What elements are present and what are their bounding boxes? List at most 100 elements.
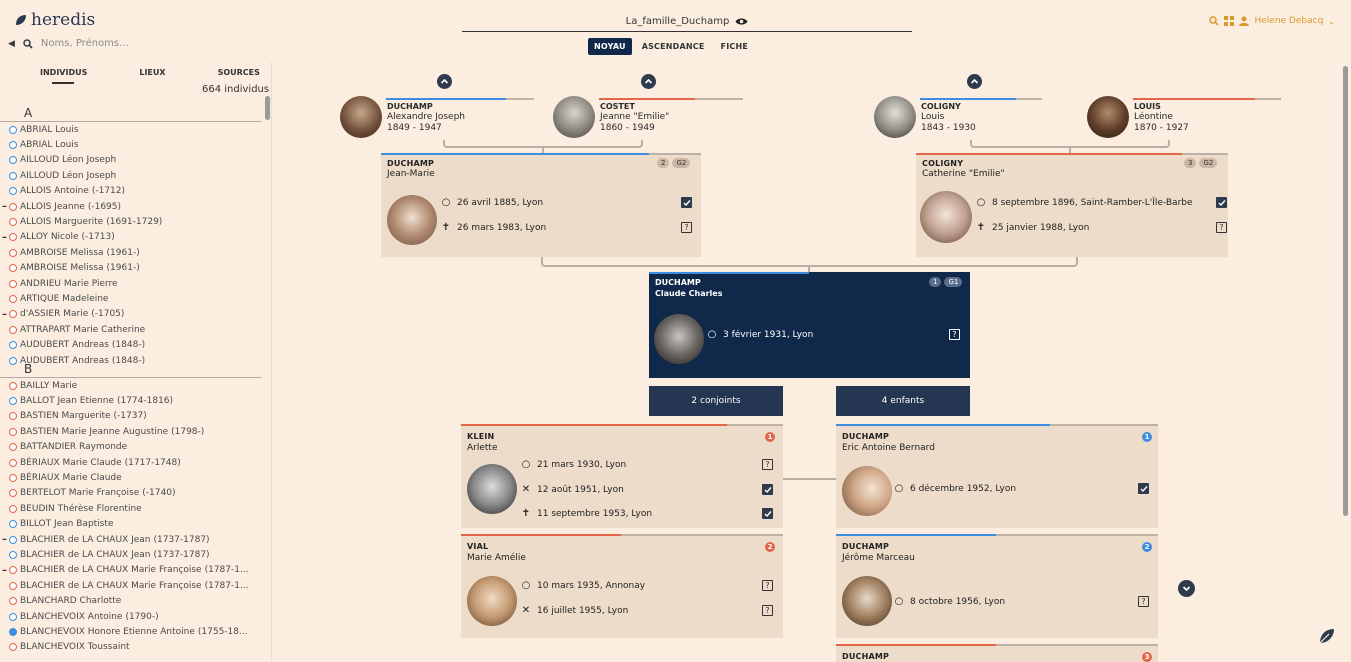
gender-bar [996, 534, 1158, 536]
child-card[interactable]: DUCHAMP Eric Antoine Bernard 1 ○ 6 décem… [836, 424, 1158, 528]
person-list-item[interactable]: BASTIEN Marguerite (-1737) [0, 409, 266, 424]
male-gender-icon [9, 627, 17, 636]
grid-icon[interactable] [1224, 16, 1235, 26]
tab-fiche[interactable]: FICHE [715, 38, 754, 55]
male-gender-icon [9, 156, 17, 165]
tab-ascendance[interactable]: ASCENDANCE [636, 38, 711, 55]
collapse-icon[interactable]: – [0, 534, 9, 545]
grandparent-card[interactable]: LOUIS Léontine 1870 - 1927 [1087, 96, 1282, 146]
person-list-item[interactable]: BLANCHARD Charlotte [0, 593, 266, 608]
person-list-item[interactable]: BEUDIN Thérèse Florentine [0, 501, 266, 516]
person-list-item[interactable]: BLANCHEVOIX Honore Etienne Antoine (1755-… [0, 624, 266, 639]
female-gender-icon [9, 489, 17, 498]
user-name[interactable]: Helene Debacq [1254, 16, 1323, 26]
subject-card[interactable]: DUCHAMP Claude Charles 1 G1 ○ 3 février … [649, 272, 970, 378]
person-list-item[interactable]: AUDUBERT Andreas (1848-) [0, 337, 266, 352]
source-unknown[interactable]: ? [1138, 596, 1149, 607]
person-list-item[interactable]: – BLACHIER de LA CHAUX Jean (1737-1787) [0, 532, 266, 547]
person-list-item[interactable]: ABRIAL Louis [0, 137, 266, 152]
sidebar-scrollbar[interactable] [265, 96, 270, 120]
grandparent-card[interactable]: DUCHAMP Alexandre Joseph 1849 - 1947 [340, 96, 508, 146]
portrait-photo [1087, 96, 1129, 138]
person-list-item[interactable]: AMBROISE Melissa (1961-) [0, 245, 266, 260]
person-list-item[interactable]: ATTRAPART Marie Catherine [0, 322, 266, 337]
source-unknown[interactable]: ? [1216, 222, 1227, 233]
person-list-item[interactable]: ALLOIS Marguerite (1691-1729) [0, 214, 266, 229]
collapse-icon[interactable]: – [0, 309, 9, 320]
tab-lieux[interactable]: LIEUX [139, 68, 165, 77]
person-list-item[interactable]: – ALLOY Nicole (-1713) [0, 230, 266, 245]
father-card[interactable]: DUCHAMP Jean-Marie 2 G2 ○ 26 avril 1885,… [381, 153, 701, 257]
person-list-item[interactable]: – d'ASSIER Marie (-1705) [0, 307, 266, 322]
person-list-item[interactable]: ALLOIS Antoine (-1712) [0, 184, 266, 199]
expand-ancestors-button[interactable] [641, 74, 656, 89]
collapse-icon[interactable]: – [0, 201, 9, 212]
person-list-item[interactable]: BILLOT Jean Baptiste [0, 517, 266, 532]
main-scrollbar[interactable] [1343, 66, 1348, 516]
gender-bar [1255, 98, 1281, 100]
spouse-card[interactable]: VIAL Marie Amélie 2 ○ 10 mars 1935, Anno… [461, 534, 783, 638]
grandparent-card[interactable]: COSTET Jeanne "Emilie" 1860 - 1949 [553, 96, 743, 146]
tree-title[interactable]: La_famille_Duchamp [462, 16, 912, 27]
collapse-icon[interactable]: – [0, 565, 9, 576]
source-check[interactable] [762, 508, 773, 519]
person-list-item[interactable]: AMBROISE Melissa (1961-) [0, 261, 266, 276]
person-list-item[interactable]: BÉRIAUX Marie Claude [0, 470, 266, 485]
tab-individus[interactable]: INDIVIDUS [40, 68, 87, 77]
search-input[interactable] [40, 38, 201, 49]
person-list-item[interactable]: BASTIEN Marie Jeanne Augustine (1798-) [0, 424, 266, 439]
person-list-item[interactable]: – ALLOIS Jeanne (-1695) [0, 199, 266, 214]
gender-bar [381, 153, 649, 155]
person-name: BILLOT Jean Baptiste [20, 519, 114, 530]
source-check[interactable] [1138, 483, 1149, 494]
scroll-children-button[interactable] [1178, 580, 1195, 597]
source-check[interactable] [681, 197, 692, 208]
tab-noyau[interactable]: NOYAU [588, 38, 632, 55]
person-list-item[interactable]: AILLOUD Léon Joseph [0, 153, 266, 168]
search-icon[interactable] [1209, 16, 1220, 26]
child-card[interactable]: DUCHAMP Jérôme Marceau 2 ○ 8 octobre 195… [836, 534, 1158, 638]
source-unknown[interactable]: ? [681, 222, 692, 233]
mother-card[interactable]: COLIGNY Catherine "Emilie" 3 G2 ○ 8 sept… [916, 153, 1228, 257]
person-list-item[interactable]: BLANCHEVOIX Antoine (1790-) [0, 609, 266, 624]
person-list-item[interactable]: BLACHIER de LA CHAUX Marie Françoise (178… [0, 578, 266, 593]
back-arrow-icon[interactable]: ◀ [8, 39, 15, 49]
person-list-item[interactable]: AILLOUD Léon Joseph [0, 168, 266, 183]
source-unknown[interactable]: ? [762, 580, 773, 591]
gender-bar [996, 644, 1158, 646]
search-icon[interactable] [23, 38, 33, 49]
source-unknown[interactable]: ? [762, 459, 773, 470]
expand-ancestors-button[interactable] [967, 74, 982, 89]
source-check[interactable] [762, 484, 773, 495]
tab-sources[interactable]: SOURCES [218, 68, 260, 77]
collapse-icon[interactable]: – [0, 232, 9, 243]
child-card[interactable]: DUCHAMP 3 [836, 644, 1158, 662]
letter-header-a: A [24, 106, 33, 120]
chevron-down-icon[interactable]: ⌄ [1328, 17, 1335, 26]
app-logo[interactable]: heredis [14, 10, 95, 30]
spouses-button[interactable]: 2 conjoints [649, 386, 783, 416]
source-unknown[interactable]: ? [762, 605, 773, 616]
person-list-item[interactable]: BLANCHEVOIX Toussaint [0, 640, 266, 655]
person-list-item[interactable]: ABRIAL Louis [0, 122, 266, 137]
eye-icon[interactable] [735, 17, 748, 26]
children-button[interactable]: 4 enfants [836, 386, 970, 416]
expand-ancestors-button[interactable] [437, 74, 452, 89]
person-list-item[interactable]: BATTANDIER Raymonde [0, 440, 266, 455]
person-list-item[interactable]: ARTIQUE Madeleine [0, 291, 266, 306]
leaf-icon[interactable] [1317, 626, 1337, 650]
person-list-item[interactable]: BERTELOT Marie Françoise (-1740) [0, 486, 266, 501]
person-list-item[interactable]: BLACHIER de LA CHAUX Jean (1737-1787) [0, 547, 266, 562]
person-list-item[interactable]: BAILLY Marie [0, 378, 266, 393]
source-unknown[interactable]: ? [949, 329, 960, 340]
source-check[interactable] [1216, 197, 1227, 208]
person-list-item[interactable]: ANDRIEU Marie Pierre [0, 276, 266, 291]
person-list-item[interactable]: – BLACHIER de LA CHAUX Marie Françoise (17… [0, 563, 266, 578]
grandparent-card[interactable]: COLIGNY Louis 1843 - 1930 [874, 96, 1042, 146]
person-list-item[interactable]: BÉRIAUX Marie Claude (1717-1748) [0, 455, 266, 470]
person-list-item[interactable]: BALLOT Jean Etienne (1774-1816) [0, 393, 266, 408]
person-list-item[interactable]: AUDUBERT Andreas (1848-) [0, 353, 266, 368]
spouse-card[interactable]: KLEIN Arlette 1 ○ 21 mars 1930, Lyon ? ✕… [461, 424, 783, 528]
person-name: BERTELOT Marie Françoise [20, 488, 140, 499]
female-gender-icon [9, 427, 17, 436]
